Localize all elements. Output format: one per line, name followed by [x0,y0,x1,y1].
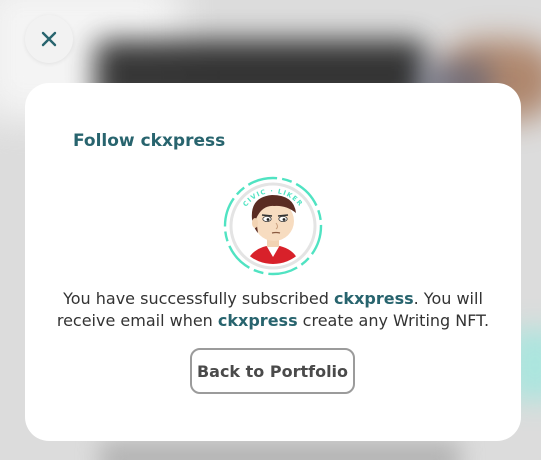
background-blur-shape [100,440,460,460]
avatar: CIVIC · LIKER [223,176,323,276]
message-text: You have successfully subscribed [63,289,334,308]
subscription-message: You have successfully subscribed ckxpres… [45,288,501,332]
close-button[interactable] [25,15,73,63]
back-to-portfolio-button[interactable]: Back to Portfolio [190,348,355,394]
close-icon [41,31,57,47]
follow-dialog: Follow ckxpress CIVIC · LIKER You have s… [25,83,521,441]
civic-liker-avatar: CIVIC · LIKER [222,175,324,277]
author-name: ckxpress [217,311,298,330]
author-name: ckxpress [333,289,414,308]
title-prefix: Follow [73,131,135,151]
dialog-title: Follow ckxpress [73,131,225,151]
message-text: create any Writing NFT. [297,311,490,330]
title-author: ckxpress [140,131,226,151]
